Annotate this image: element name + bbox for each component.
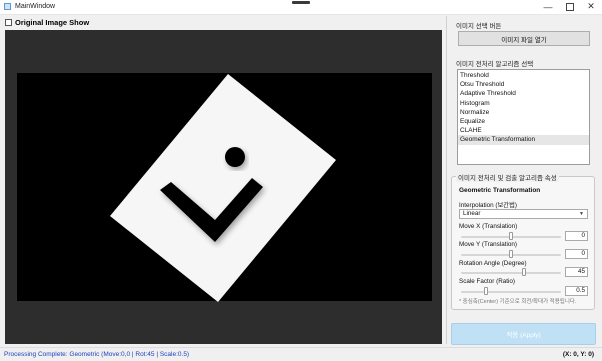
algo-section-title: 이미지 전처리 알고리즘 선택	[456, 61, 534, 68]
list-item-selected[interactable]: Geometric Transformation	[458, 135, 589, 145]
list-item[interactable]: Normalize	[458, 108, 589, 117]
original-image-label: Original Image Show	[15, 17, 90, 27]
image-viewer[interactable]	[5, 30, 442, 344]
move-y-slider-thumb[interactable]	[509, 250, 513, 258]
interpolation-select[interactable]: Linear ▼	[459, 209, 588, 219]
list-item[interactable]: Otsu Threshold	[458, 80, 589, 89]
title-grip[interactable]	[292, 1, 310, 4]
rotation-slider[interactable]	[461, 272, 561, 274]
app-icon	[4, 3, 11, 10]
scale-label: Scale Factor (Ratio)	[459, 278, 515, 285]
chevron-down-icon: ▼	[579, 211, 584, 217]
move-x-spinbox[interactable]: 0	[565, 231, 588, 241]
properties-title: 이미지 전처리 및 검출 알고리즘 속성	[456, 172, 559, 182]
scale-slider-thumb[interactable]	[484, 287, 488, 295]
move-y-label: Move Y (Translation)	[459, 241, 517, 248]
move-x-label: Move X (Translation)	[459, 223, 518, 230]
scale-spinbox[interactable]: 0.5	[565, 286, 588, 296]
open-image-button[interactable]: 이미지 파일 열기	[458, 31, 590, 46]
open-section-title: 이미지 선택 버튼	[456, 23, 502, 30]
panel-splitter[interactable]	[446, 16, 450, 344]
maximize-icon[interactable]	[559, 0, 581, 13]
move-y-spinbox[interactable]: 0	[565, 249, 588, 259]
list-item[interactable]: Adaptive Threshold	[458, 89, 589, 98]
status-bar: Processing Complete: Geometric (Move:0,0…	[0, 347, 602, 361]
rotation-spinbox[interactable]: 45	[565, 267, 588, 277]
original-image-checkbox[interactable]	[5, 18, 12, 26]
rotation-slider-thumb[interactable]	[521, 268, 526, 276]
scale-slider[interactable]	[461, 291, 561, 293]
original-image-toggle[interactable]: Original Image Show	[5, 17, 89, 27]
window-title: MainWindow	[15, 3, 56, 10]
list-item[interactable]: Histogram	[458, 99, 589, 108]
interpolation-value: Linear	[463, 210, 481, 217]
list-item[interactable]: CLAHE	[458, 126, 589, 135]
cursor-coords: (X: 0, Y: 0)	[562, 351, 594, 358]
move-x-slider-thumb[interactable]	[509, 232, 513, 240]
image-dot-shape	[225, 147, 245, 167]
close-icon[interactable]: ✕	[580, 0, 602, 13]
interpolation-label: Interpolation (보간법)	[459, 202, 517, 209]
rotation-label: Rotation Angle (Degree)	[459, 260, 527, 267]
properties-subtitle: Geometric Transformation	[459, 187, 541, 194]
apply-button[interactable]: 적용 (Apply)	[451, 323, 596, 345]
image-canvas	[17, 73, 432, 302]
list-item[interactable]: Equalize	[458, 117, 589, 126]
properties-hint: * 중심축(Center) 기준으로 회전/확대가 적용됩니다.	[459, 299, 577, 305]
list-item[interactable]: Threshold	[458, 71, 589, 80]
status-message: Processing Complete: Geometric (Move:0,0…	[4, 351, 190, 358]
algorithm-list[interactable]: Threshold Otsu Threshold Adaptive Thresh…	[457, 69, 590, 165]
minimize-icon[interactable]: —	[537, 0, 559, 13]
title-bar: MainWindow — ✕	[0, 0, 602, 15]
